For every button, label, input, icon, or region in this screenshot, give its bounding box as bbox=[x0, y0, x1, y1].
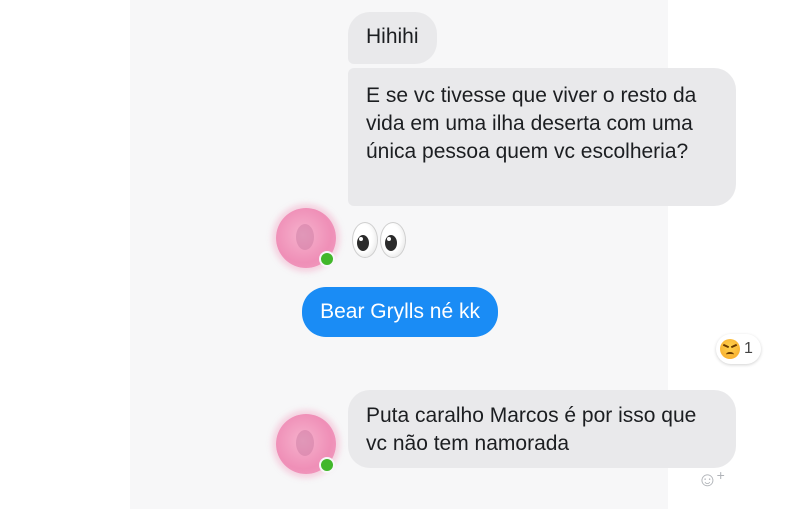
eyes-emoji[interactable] bbox=[352, 222, 408, 258]
online-status-dot bbox=[319, 251, 335, 267]
message-bubble-outgoing[interactable]: Bear Grylls né kk bbox=[302, 287, 498, 337]
online-status-dot bbox=[319, 457, 335, 473]
message-bubble-incoming[interactable]: E se vc tivesse que viver o resto da vid… bbox=[348, 68, 736, 206]
message-text: E se vc tivesse que viver o resto da vid… bbox=[366, 84, 697, 163]
eye-icon bbox=[380, 222, 406, 258]
message-text: Bear Grylls né kk bbox=[320, 300, 480, 323]
angry-face-emoji bbox=[720, 339, 740, 359]
contact-avatar[interactable] bbox=[276, 208, 336, 268]
eye-icon bbox=[352, 222, 378, 258]
reaction-count: 1 bbox=[744, 340, 753, 357]
add-reaction-icon[interactable]: ☺ + bbox=[690, 466, 732, 494]
message-bubble-incoming[interactable]: Puta caralho Marcos é por isso que vc nã… bbox=[348, 390, 736, 468]
chat-thread: Hihihi E se vc tivesse que viver o resto… bbox=[130, 0, 761, 509]
message-text: Puta caralho Marcos é por isso que vc nã… bbox=[366, 404, 697, 455]
message-reaction[interactable]: 1 bbox=[716, 334, 761, 364]
message-text: Hihihi bbox=[366, 25, 419, 48]
message-bubble-incoming[interactable]: Hihihi bbox=[348, 12, 437, 64]
contact-avatar[interactable] bbox=[276, 414, 336, 474]
